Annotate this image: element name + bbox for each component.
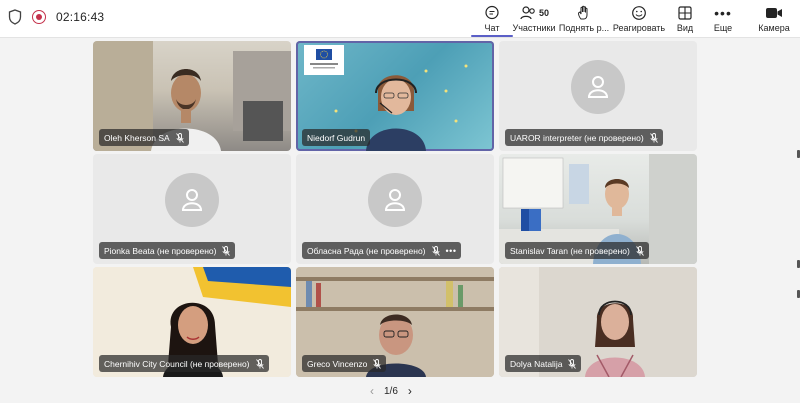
recording-icon [32,10,46,24]
video-tile[interactable]: Oleh Kherson SA [93,41,291,151]
participant-name: Stanislav Taran (не проверено) [510,245,630,256]
participant-name: UAROR interpreter (не проверено) [510,132,644,143]
video-tile[interactable]: Dolya Natalija [499,267,697,377]
video-tile-active-speaker[interactable]: Niedorf Gudrun [296,41,494,151]
raise-hand-button[interactable]: Поднять р... [558,0,610,37]
hand-icon [577,4,591,22]
participant-name: Pionka Beata (не проверено) [104,245,217,256]
chat-button[interactable]: Чат [471,0,513,37]
more-icon: ••• [714,5,732,21]
video-tile[interactable]: Stanislav Taran (не проверено) [499,154,697,264]
camera-icon [765,4,783,22]
mic-off-icon [222,245,231,256]
video-tile[interactable]: UAROR interpreter (не проверено) [499,41,697,151]
meeting-timer: 02:16:43 [56,10,105,24]
chat-label: Чат [484,23,500,33]
raise-hand-label: Поднять р... [558,23,610,33]
person-icon [384,189,406,212]
view-button[interactable]: Вид [673,0,697,37]
video-tile[interactable]: Pionka Beata (не проверено) [93,154,291,264]
participant-name: Chernihiv City Council (не проверено) [104,358,250,369]
participant-name: Greco Vincenzo [307,358,368,369]
avatar [165,173,219,228]
participant-name-tag: Chernihiv City Council (не проверено) [99,355,269,372]
participants-label: Участники [512,23,556,33]
mic-off-icon [636,245,644,256]
meeting-toolbar: 02:16:43 Чат 50 Участники Поднять р... Р… [0,0,800,38]
video-tile[interactable]: Обласна Рада (не проверено) ••• [296,154,494,264]
participant-name: Oleh Kherson SA [104,132,170,143]
avatar [571,60,625,115]
participant-name-tag: UAROR interpreter (не проверено) [505,129,663,146]
mic-off-icon [568,358,577,369]
side-panel-edge [794,140,800,380]
mic-off-icon [255,358,264,369]
page-indicator: 1/6 [384,385,398,397]
video-tile[interactable]: Greco Vincenzo [296,267,494,377]
camera-button[interactable]: Камера [756,0,792,37]
person-icon [587,76,609,99]
chat-active-indicator [471,35,513,37]
react-button[interactable]: Реагировать [612,0,666,37]
participant-name-tag: Обласна Рада (не проверено) ••• [302,242,462,259]
mic-off-icon [431,245,440,256]
video-tile[interactable]: Chernihiv City Council (не проверено) [93,267,291,377]
chevron-left-icon[interactable]: ‹ [370,384,374,398]
people-icon [520,6,535,20]
shield-icon [8,9,22,25]
tile-more-options-icon[interactable]: ••• [446,246,457,256]
react-label: Реагировать [612,23,666,33]
view-label: Вид [676,23,694,33]
chat-icon [484,4,500,22]
participants-count: 50 [538,8,549,18]
participant-name: Обласна Рада (не проверено) [307,245,426,256]
gallery-pager: ‹ 1/6 › [370,384,412,398]
participant-name-tag: Dolya Natalija [505,355,582,372]
smiley-icon [631,4,647,22]
mic-off-icon [649,132,658,143]
camera-label: Камера [758,23,790,33]
participant-name-tag: Niedorf Gudrun [302,129,371,146]
avatar [368,173,422,228]
participant-name-tag: Greco Vincenzo [302,355,387,372]
participant-name-tag: Pionka Beata (не проверено) [99,242,236,259]
participant-name: Niedorf Gudrun [307,132,366,143]
more-label: Еще [713,23,733,33]
mic-off-icon [175,132,184,143]
person-icon [181,189,203,212]
more-button[interactable]: ••• Еще [711,0,735,37]
participant-name-tag: Oleh Kherson SA [99,129,189,146]
participant-name: Dolya Natalija [510,358,563,369]
chevron-right-icon[interactable]: › [408,384,412,398]
mic-off-icon [373,358,382,369]
grid-view-icon [678,4,692,22]
participants-button[interactable]: 50 Участники [512,0,556,37]
participant-name-tag: Stanislav Taran (не проверено) [505,242,649,259]
